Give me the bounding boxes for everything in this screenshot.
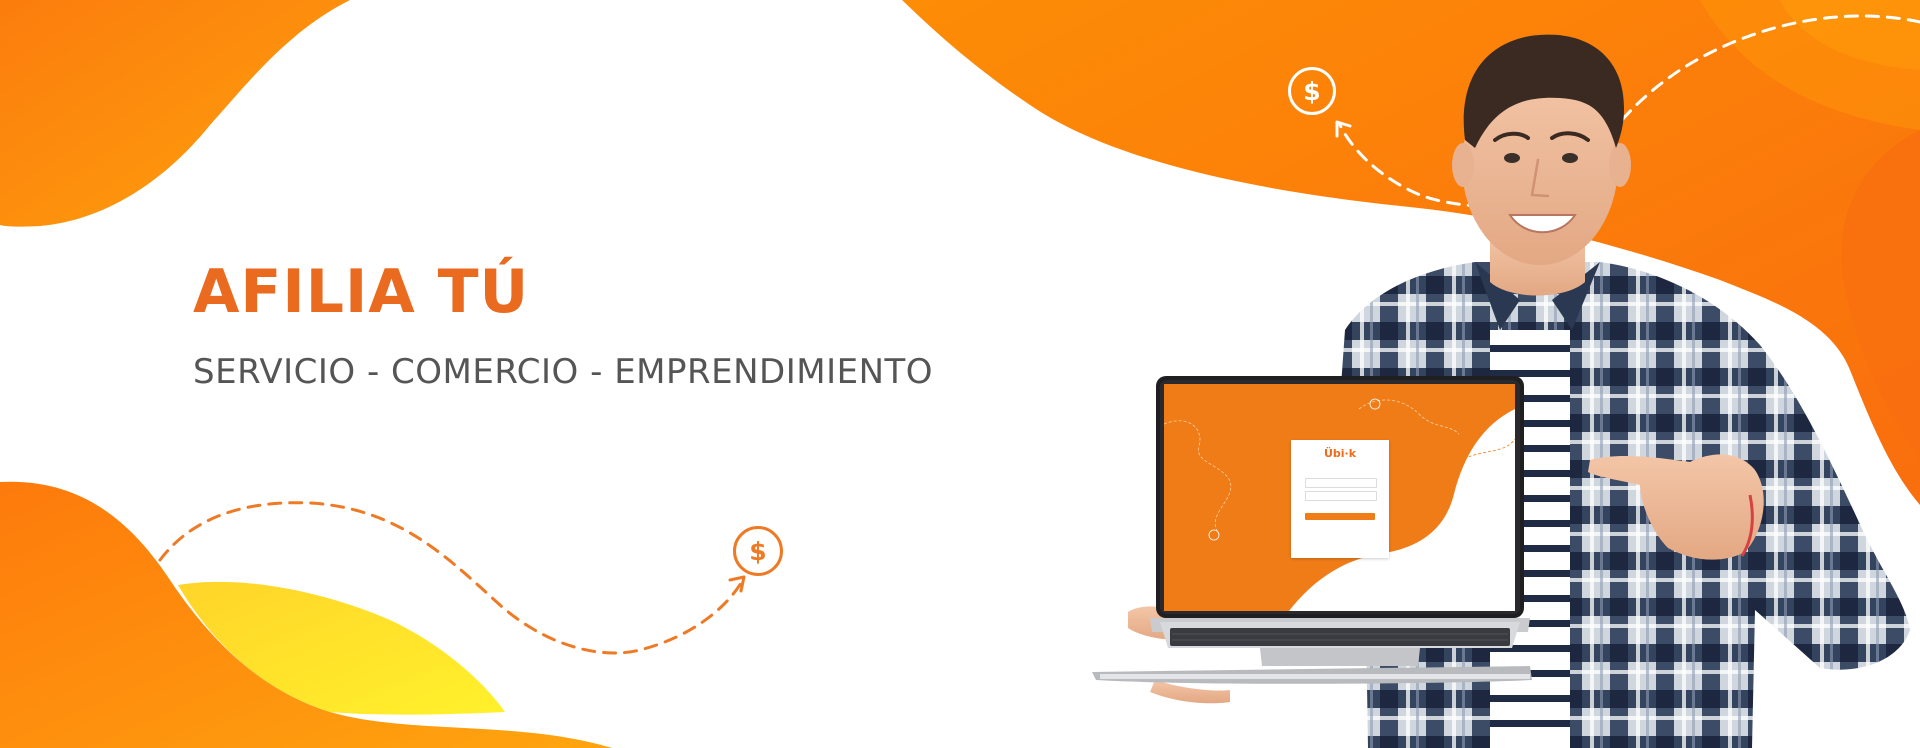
hero-banner: Übi·k AFILIA TÚ SERVICIO - COMERCIO - EM… (0, 0, 1920, 748)
mini-password-field (1305, 491, 1377, 501)
hero-title: AFILIA TÚ (193, 257, 530, 327)
dollar-symbol: $ (749, 536, 767, 566)
dollar-symbol: $ (1303, 76, 1321, 106)
dollar-coin-icon: $ (1288, 67, 1336, 115)
hero-subtitle: SERVICIO - COMERCIO - EMPRENDIMIENTO (193, 352, 934, 392)
laptop-screen: Übi·k (1164, 384, 1515, 611)
mini-login-button (1305, 513, 1375, 520)
ubik-logo: Übi·k (1323, 447, 1357, 460)
mini-username-field (1305, 478, 1377, 488)
mini-login-card: Übi·k (1291, 440, 1389, 558)
dollar-coin-icon: $ (733, 526, 783, 576)
